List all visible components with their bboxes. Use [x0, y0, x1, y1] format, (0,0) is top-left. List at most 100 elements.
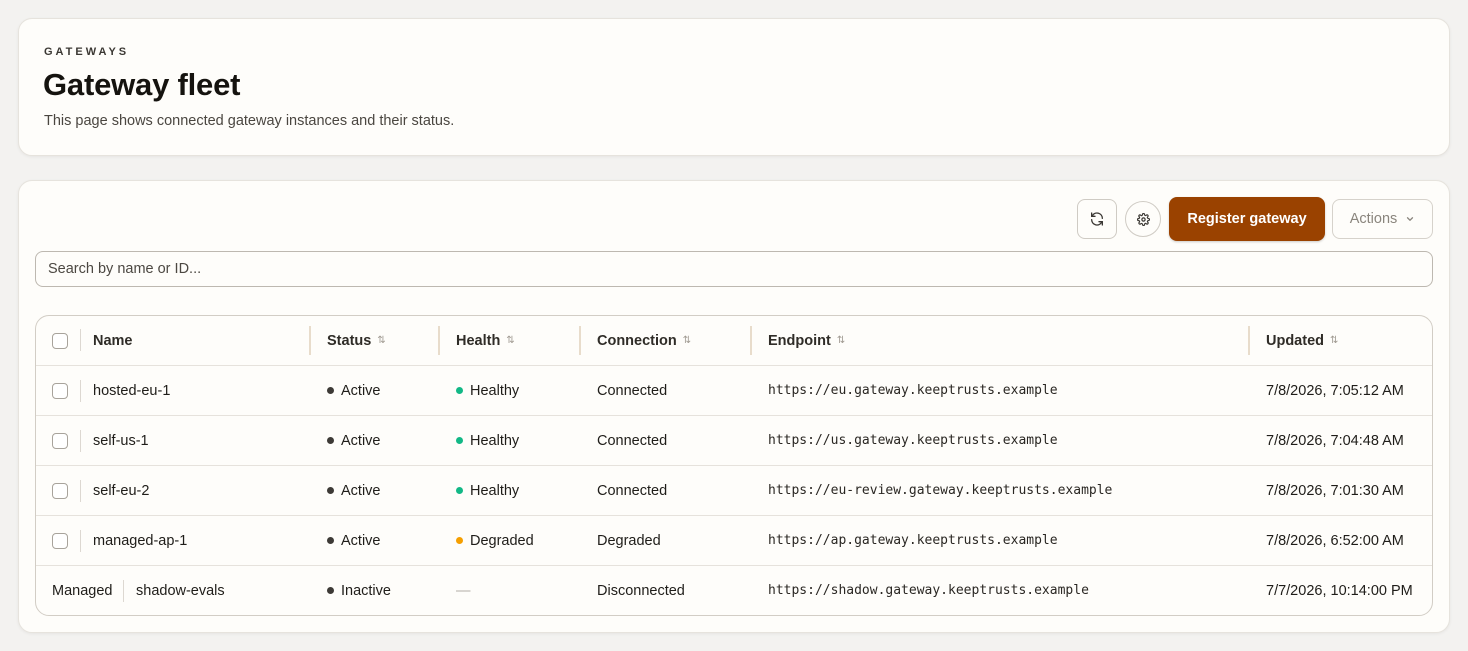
health-cell: —	[456, 582, 471, 599]
connection-cell: Connected	[597, 382, 668, 399]
search-input[interactable]	[35, 251, 1433, 287]
connection-cell: Disconnected	[597, 582, 685, 599]
gateway-name: self-us-1	[93, 432, 149, 449]
page-description: This page shows connected gateway instan…	[44, 113, 455, 129]
status-cell: Active	[327, 416, 381, 465]
column-header-status[interactable]: Status ⇅	[327, 316, 386, 365]
status-dot	[327, 437, 334, 444]
column-header-updated-label: Updated	[1266, 332, 1324, 349]
connection-cell: Connected	[597, 482, 668, 499]
actions-label: Actions	[1349, 211, 1398, 227]
column-header-connection-label: Connection	[597, 332, 677, 349]
endpoint-cell: https://eu.gateway.keeptrusts.example	[768, 383, 1058, 398]
sort-icon: ⇅	[1330, 335, 1339, 346]
status-cell: Inactive	[327, 566, 391, 615]
health-dot	[456, 537, 463, 544]
column-header-status-label: Status	[327, 332, 372, 349]
health-dot	[456, 387, 463, 394]
health-label: Healthy	[470, 482, 520, 499]
column-resize-handle[interactable]	[438, 326, 440, 355]
actions-dropdown[interactable]: Actions	[1332, 199, 1433, 239]
row-checkbox[interactable]	[52, 533, 68, 549]
status-label: Active	[341, 482, 381, 499]
connection-cell: Connected	[597, 432, 668, 449]
divider	[80, 430, 81, 452]
managed-label: Managed	[52, 582, 113, 599]
select-all-checkbox[interactable]	[52, 333, 68, 349]
divider	[80, 530, 81, 552]
column-header-endpoint[interactable]: Endpoint ⇅	[768, 316, 845, 365]
health-cell: Healthy	[456, 466, 519, 515]
status-label: Active	[341, 382, 381, 399]
column-header-endpoint-label: Endpoint	[768, 332, 831, 349]
sort-icon: ⇅	[682, 335, 692, 346]
row-checkbox[interactable]	[52, 483, 68, 499]
status-dot	[327, 587, 334, 594]
sort-icon: ⇅	[836, 335, 846, 346]
column-resize-handle[interactable]	[309, 326, 311, 355]
sort-icon: ⇅	[506, 335, 515, 346]
table-row[interactable]: self-eu-2 Active Healthy Connected https…	[36, 465, 1432, 515]
page-title: Gateway fleet	[43, 67, 241, 102]
column-resize-handle[interactable]	[579, 326, 581, 355]
health-label: Healthy	[470, 432, 520, 449]
health-dot	[456, 437, 463, 444]
health-label: Degraded	[470, 532, 534, 549]
status-dot	[327, 537, 334, 544]
status-dot	[327, 487, 334, 494]
page-header-card: GATEWAYS Gateway fleet This page shows c…	[18, 18, 1450, 156]
column-resize-handle[interactable]	[750, 326, 752, 355]
chevron-down-icon	[1407, 217, 1414, 221]
updated-cell: 7/8/2026, 7:01:30 AM	[1266, 482, 1404, 499]
health-cell: Healthy	[456, 366, 519, 415]
divider	[123, 580, 124, 602]
status-label: Active	[341, 532, 381, 549]
status-dot	[327, 387, 334, 394]
gateway-list-card: Register gateway Actions Name Status ⇅ He…	[18, 180, 1450, 633]
table-row[interactable]: self-us-1 Active Healthy Connected https…	[36, 415, 1432, 465]
gateway-name: shadow-evals	[136, 582, 225, 599]
health-cell: Degraded	[456, 516, 534, 565]
table-header-row: Name Status ⇅ Health ⇅ Connection ⇅ Endpoin…	[36, 316, 1432, 365]
row-checkbox[interactable]	[52, 383, 68, 399]
gateway-name: managed-ap-1	[93, 532, 188, 549]
column-header-health-label: Health	[456, 332, 501, 349]
table-row[interactable]: hosted-eu-1 Active Healthy Connected htt…	[36, 365, 1432, 415]
health-label: Healthy	[470, 382, 520, 399]
status-cell: Active	[327, 466, 381, 515]
divider	[80, 480, 81, 502]
gear-icon	[1136, 212, 1150, 226]
settings-button[interactable]	[1125, 201, 1161, 237]
column-header-connection[interactable]: Connection ⇅	[597, 316, 691, 365]
updated-cell: 7/8/2026, 7:04:48 AM	[1266, 432, 1404, 449]
column-header-name[interactable]: Name	[93, 316, 133, 365]
column-header-name-label: Name	[93, 332, 133, 349]
column-header-health[interactable]: Health ⇅	[456, 316, 515, 365]
divider	[80, 380, 81, 402]
gateway-name: hosted-eu-1	[93, 382, 171, 399]
endpoint-cell: https://eu-review.gateway.keeptrusts.exa…	[768, 483, 1113, 498]
refresh-button[interactable]	[1077, 199, 1117, 239]
column-header-updated[interactable]: Updated ⇅	[1266, 316, 1338, 365]
updated-cell: 7/7/2026, 10:14:00 PM	[1266, 582, 1413, 599]
table-row[interactable]: Managed shadow-evals Inactive — Disconne…	[36, 565, 1432, 615]
gateways-table: Name Status ⇅ Health ⇅ Connection ⇅ Endpoin…	[35, 315, 1433, 616]
table-row[interactable]: managed-ap-1 Active Degraded Degraded ht…	[36, 515, 1432, 565]
register-gateway-button[interactable]: Register gateway	[1169, 197, 1325, 241]
endpoint-cell: https://us.gateway.keeptrusts.example	[768, 433, 1058, 448]
status-label: Active	[341, 432, 381, 449]
endpoint-cell: https://shadow.gateway.keeptrusts.exampl…	[768, 583, 1089, 598]
sort-icon: ⇅	[377, 335, 386, 346]
updated-cell: 7/8/2026, 6:52:00 AM	[1266, 532, 1404, 549]
status-cell: Active	[327, 366, 381, 415]
connection-cell: Degraded	[597, 532, 661, 549]
refresh-icon	[1091, 212, 1103, 226]
health-cell: Healthy	[456, 416, 519, 465]
updated-cell: 7/8/2026, 7:05:12 AM	[1266, 382, 1404, 399]
status-cell: Active	[327, 516, 381, 565]
page-eyebrow: GATEWAYS	[44, 46, 130, 58]
endpoint-cell: https://ap.gateway.keeptrusts.example	[768, 533, 1058, 548]
column-resize-handle[interactable]	[1248, 326, 1250, 355]
status-label: Inactive	[341, 582, 391, 599]
row-checkbox[interactable]	[52, 433, 68, 449]
